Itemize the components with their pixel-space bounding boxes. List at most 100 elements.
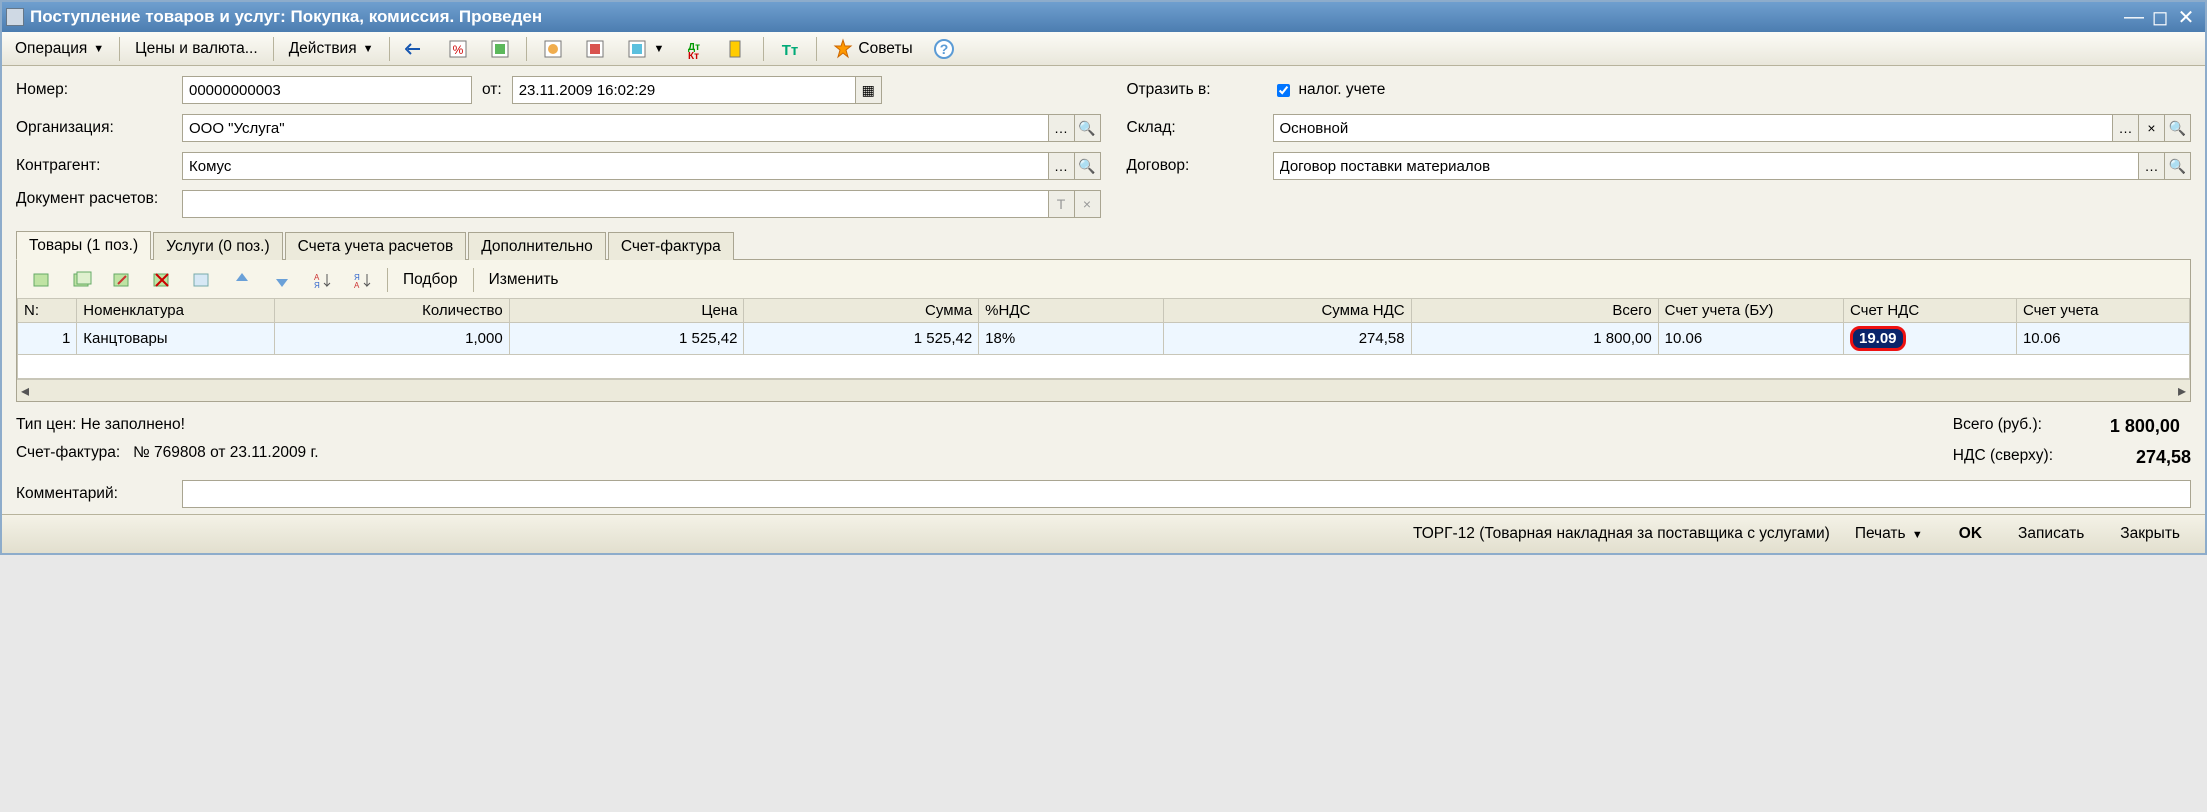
col-sumvat[interactable]: Сумма НДС — [1164, 299, 1411, 323]
contr-input[interactable] — [182, 152, 1049, 180]
maximize-button[interactable]: ◻ — [2147, 5, 2173, 30]
toolbar-icon-6[interactable]: ▼ — [617, 34, 674, 64]
col-vatp[interactable]: %НДС — [979, 299, 1164, 323]
tab-additional[interactable]: Дополнительно — [468, 232, 606, 260]
toolbar-icon-5[interactable] — [575, 34, 615, 64]
cell-vatp[interactable]: 18% — [979, 323, 1164, 355]
select-icon[interactable]: … — [1049, 114, 1075, 142]
search-icon[interactable]: 🔍 — [2165, 152, 2191, 180]
tab-goods[interactable]: Товары (1 поз.) — [16, 231, 151, 260]
delete-row-icon[interactable] — [143, 266, 181, 294]
number-input[interactable] — [182, 76, 472, 104]
comment-field[interactable] — [182, 480, 2191, 508]
toolbar-icon-4[interactable] — [533, 34, 573, 64]
cell-qty[interactable]: 1,000 — [274, 323, 509, 355]
settings-row-icon[interactable] — [183, 266, 221, 294]
cell-acct-last[interactable]: 10.06 — [2016, 323, 2189, 355]
cell-price[interactable]: 1 525,42 — [509, 323, 744, 355]
search-icon[interactable]: 🔍 — [1075, 114, 1101, 142]
reflect-tax-checkbox[interactable]: налог. учете — [1273, 81, 2192, 100]
clear-icon[interactable]: × — [2139, 114, 2165, 142]
org-input[interactable] — [182, 114, 1049, 142]
podbor-button[interactable]: Подбор — [394, 267, 467, 293]
svg-text:?: ? — [939, 41, 948, 57]
cell-total[interactable]: 1 800,00 — [1411, 323, 1658, 355]
total-label: Всего (руб.): — [1953, 416, 2042, 437]
reflect-tax-input[interactable] — [1277, 84, 1290, 97]
col-acct-nds[interactable]: Счет НДС — [1843, 299, 2016, 323]
edit-row-icon[interactable] — [103, 266, 141, 294]
goods-table[interactable]: N: Номенклатура Количество Цена Сумма %Н… — [17, 298, 2190, 379]
col-sum[interactable]: Сумма — [744, 299, 979, 323]
cell-nomen[interactable]: Канцтовары — [77, 323, 275, 355]
text-icon[interactable]: T — [1049, 190, 1075, 218]
horizontal-scrollbar[interactable]: ◂▸ — [17, 379, 2190, 401]
sort-asc-icon[interactable]: АЯ — [303, 266, 341, 294]
dogovor-field[interactable]: … 🔍 — [1273, 152, 2192, 180]
calendar-icon[interactable]: ▦ — [856, 76, 882, 104]
search-icon[interactable]: 🔍 — [1075, 152, 1101, 180]
select-icon[interactable]: … — [1049, 152, 1075, 180]
write-button[interactable]: Записать — [2007, 521, 2095, 547]
cell-acct-bu[interactable]: 10.06 — [1658, 323, 1843, 355]
move-up-icon[interactable] — [223, 266, 261, 294]
col-qty[interactable]: Количество — [274, 299, 509, 323]
docsettle-input[interactable] — [182, 190, 1049, 218]
prices-currency-button[interactable]: Цены и валюта... — [126, 36, 267, 62]
close-doc-button[interactable]: Закрыть — [2109, 521, 2191, 547]
cell-acct-nds[interactable]: 19.09 — [1843, 323, 2016, 355]
sort-desc-icon[interactable]: ЯА — [343, 266, 381, 294]
operation-menu[interactable]: Операция▼ — [6, 36, 113, 62]
ok-button[interactable]: OK — [1948, 521, 1993, 547]
toolbar-separator — [473, 268, 474, 292]
add-row-icon[interactable] — [23, 266, 61, 294]
toolbar-icon-2[interactable]: % — [438, 34, 478, 64]
tab-accounts[interactable]: Счета учета расчетов — [285, 232, 467, 260]
advice-button[interactable]: Советы — [823, 34, 921, 64]
tab-invoice[interactable]: Счет-фактура — [608, 232, 734, 260]
clear-icon[interactable]: × — [1075, 190, 1101, 218]
toolbar-icon-7[interactable]: ДтКт — [675, 34, 715, 64]
close-button[interactable]: ✕ — [2173, 5, 2199, 30]
col-n[interactable]: N: — [18, 299, 77, 323]
toolbar-icon-1[interactable] — [396, 34, 436, 64]
date-input[interactable] — [512, 76, 856, 104]
comment-input[interactable] — [182, 480, 2191, 508]
search-icon[interactable]: 🔍 — [2165, 114, 2191, 142]
select-icon[interactable]: … — [2113, 114, 2139, 142]
toolbar-icon-9[interactable]: Tт — [770, 34, 810, 64]
tab-services[interactable]: Услуги (0 поз.) — [153, 232, 282, 260]
toolbar-icon-8[interactable] — [717, 34, 757, 64]
col-acct-last[interactable]: Счет учета — [2016, 299, 2189, 323]
dogovor-input[interactable] — [1273, 152, 2140, 180]
org-field[interactable]: … 🔍 — [182, 114, 1101, 142]
sklad-field[interactable]: … × 🔍 — [1273, 114, 2192, 142]
toolbar-icon-3[interactable] — [480, 34, 520, 64]
minimize-button[interactable]: — — [2121, 6, 2147, 29]
print-button[interactable]: Печать ▼ — [1844, 521, 1934, 547]
focused-cell[interactable]: 19.09 — [1850, 326, 1906, 351]
titlebar[interactable]: Поступление товаров и услуг: Покупка, ко… — [2, 2, 2205, 32]
copy-row-icon[interactable] — [63, 266, 101, 294]
docsettle-field[interactable]: T × — [182, 190, 1101, 218]
select-icon[interactable]: … — [2139, 152, 2165, 180]
table-row[interactable]: 1 Канцтовары 1,000 1 525,42 1 525,42 18%… — [18, 323, 2190, 355]
contr-field[interactable]: … 🔍 — [182, 152, 1101, 180]
svg-text:%: % — [452, 43, 463, 57]
date-field[interactable]: ▦ — [512, 76, 882, 104]
move-down-icon[interactable] — [263, 266, 301, 294]
col-acct-bu[interactable]: Счет учета (БУ) — [1658, 299, 1843, 323]
svg-text:Я: Я — [314, 281, 320, 290]
col-total[interactable]: Всего — [1411, 299, 1658, 323]
col-price[interactable]: Цена — [509, 299, 744, 323]
cell-sumvat[interactable]: 274,58 — [1164, 323, 1411, 355]
cell-sum[interactable]: 1 525,42 — [744, 323, 979, 355]
actions-menu[interactable]: Действия▼ — [280, 36, 383, 62]
number-field[interactable] — [182, 76, 472, 104]
col-nomen[interactable]: Номенклатура — [77, 299, 275, 323]
sklad-input[interactable] — [1273, 114, 2114, 142]
izmenit-button[interactable]: Изменить — [480, 267, 568, 293]
status-doc-text: ТОРГ-12 (Товарная накладная за поставщик… — [1413, 525, 1830, 543]
cell-n[interactable]: 1 — [18, 323, 77, 355]
help-button[interactable]: ? — [924, 34, 964, 64]
